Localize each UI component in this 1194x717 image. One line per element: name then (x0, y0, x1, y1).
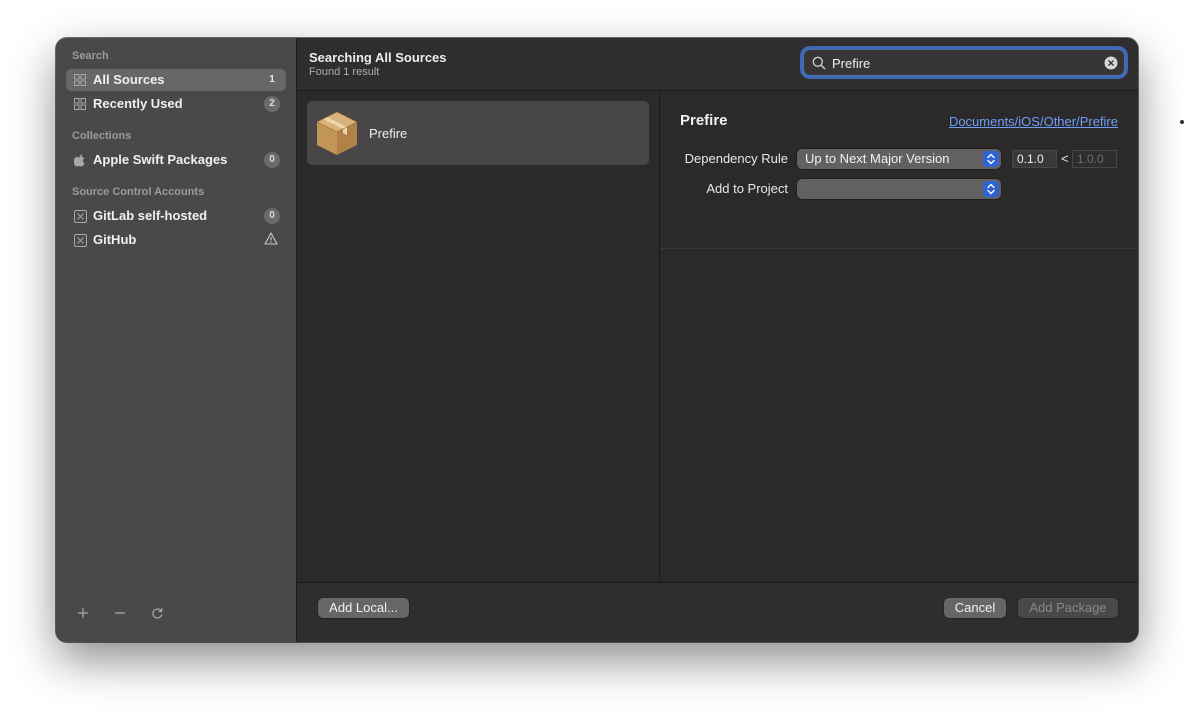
warning-icon[interactable] (264, 232, 278, 246)
plus-icon[interactable] (74, 604, 92, 622)
package-manager-window: Search All Sources 1 Recently Used 2 Col… (56, 38, 1138, 642)
dependency-rule-value: Up to Next Major Version (805, 151, 950, 166)
count-badge: 2 (264, 96, 280, 112)
sidebar-item-all-sources[interactable]: All Sources 1 (66, 69, 286, 91)
sidebar-item-recently-used[interactable]: Recently Used 2 (66, 93, 286, 115)
page-title: Searching All Sources (309, 50, 447, 65)
sidebar-section-collections: Collections (72, 130, 132, 142)
chevron-up-down-icon (983, 181, 999, 197)
sidebar-item-apple-swift-packages[interactable]: Apple Swift Packages 0 (66, 149, 286, 171)
less-than-sign: < (1061, 151, 1069, 166)
sidebar-item-gitlab-self-hosted[interactable]: GitLab self-hosted 0 (66, 205, 286, 227)
search-field[interactable] (803, 49, 1125, 76)
account-x-icon (73, 209, 87, 223)
version-to-field (1072, 150, 1117, 168)
version-from-field[interactable] (1012, 150, 1057, 168)
sidebar-item-label: Recently Used (93, 96, 183, 111)
sidebar-section-search: Search (72, 50, 109, 62)
sidebar-item-label: GitHub (93, 232, 137, 247)
list-item[interactable]: Prefire (307, 101, 649, 165)
search-icon (812, 56, 826, 70)
package-name: Prefire (369, 126, 408, 141)
stray-dot (1180, 120, 1184, 124)
results-count: Found 1 result (309, 66, 380, 78)
header-bar: Searching All Sources Found 1 result (297, 38, 1138, 91)
refresh-icon[interactable] (148, 604, 166, 622)
grid-icon (73, 97, 87, 111)
sidebar: Search All Sources 1 Recently Used 2 Col… (56, 38, 297, 642)
package-title: Prefire (680, 112, 728, 129)
count-badge: 1 (269, 74, 275, 85)
chevron-up-down-icon (983, 151, 999, 167)
results-list: Prefire (297, 91, 660, 582)
grid-icon (73, 73, 87, 87)
add-to-project-label: Add to Project (706, 181, 788, 196)
sidebar-section-accounts: Source Control Accounts (72, 186, 205, 198)
cancel-button[interactable]: Cancel (944, 598, 1006, 618)
add-package-button: Add Package (1018, 598, 1118, 618)
apple-icon (73, 153, 87, 167)
add-local-button[interactable]: Add Local... (318, 598, 409, 618)
package-box-icon (315, 110, 361, 156)
package-detail: Prefire Documents/iOS/Other/Prefire Depe… (660, 91, 1138, 582)
sidebar-item-github[interactable]: GitHub (66, 229, 286, 251)
clear-search-icon[interactable] (1104, 56, 1118, 70)
search-input[interactable] (832, 53, 1094, 73)
dependency-rule-label: Dependency Rule (684, 151, 788, 166)
count-badge: 0 (264, 208, 280, 224)
count-badge: 0 (264, 152, 280, 168)
add-to-project-popup[interactable] (797, 179, 1001, 199)
account-x-icon (73, 233, 87, 247)
sidebar-item-label: Apple Swift Packages (93, 152, 228, 167)
minus-icon[interactable] (111, 604, 129, 622)
dependency-rule-popup[interactable]: Up to Next Major Version (797, 149, 1001, 169)
package-path-link[interactable]: Documents/iOS/Other/Prefire (949, 114, 1118, 129)
sidebar-item-label: GitLab self-hosted (93, 208, 208, 223)
divider (660, 248, 1138, 249)
sidebar-item-label: All Sources (93, 72, 165, 87)
footer-bar: Add Local... Cancel Add Package (297, 582, 1138, 642)
